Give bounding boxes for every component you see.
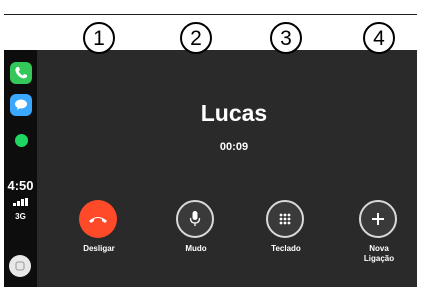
callout-4: 4 [363,22,395,54]
carplay-sidebar: 4:50 3G [4,50,37,287]
end-call-label: Desligar [83,244,115,253]
mute-button[interactable] [176,200,214,238]
keypad-icon [279,213,291,225]
callout-1: 1 [83,22,115,54]
new-call-button[interactable] [359,200,397,238]
phone-icon[interactable] [10,62,32,84]
status-time: 4:50 [7,178,34,193]
callout-3: 3 [270,22,302,54]
plus-icon [372,213,384,225]
keypad-button[interactable] [266,200,304,238]
keypad-label: Teclado [271,244,301,253]
figure-top-rule [4,14,417,15]
carplay-screen: 4:50 3G Lucas 00:09 Desligar Mudo Teclad… [4,50,417,287]
messages-icon[interactable] [10,94,32,116]
home-button[interactable] [9,255,31,277]
end-call-button[interactable] [79,200,117,238]
callout-2: 2 [180,22,212,54]
call-duration: 00:09 [219,141,249,153]
end-call-icon [89,217,107,223]
figure-frame: 4:50 3G Lucas 00:09 Desligar Mudo Teclad… [0,0,423,292]
status-network: 3G [15,212,26,221]
microphone-icon [189,211,201,226]
spotify-icon[interactable] [15,134,28,147]
new-call-label-line2: Ligação [363,254,395,263]
new-call-label-line1: Nova [369,244,389,253]
mute-label: Mudo [185,244,207,253]
caller-name: Lucas [200,100,268,126]
signal-strength-icon [13,198,29,206]
new-call-label: Nova Ligação [339,244,419,264]
